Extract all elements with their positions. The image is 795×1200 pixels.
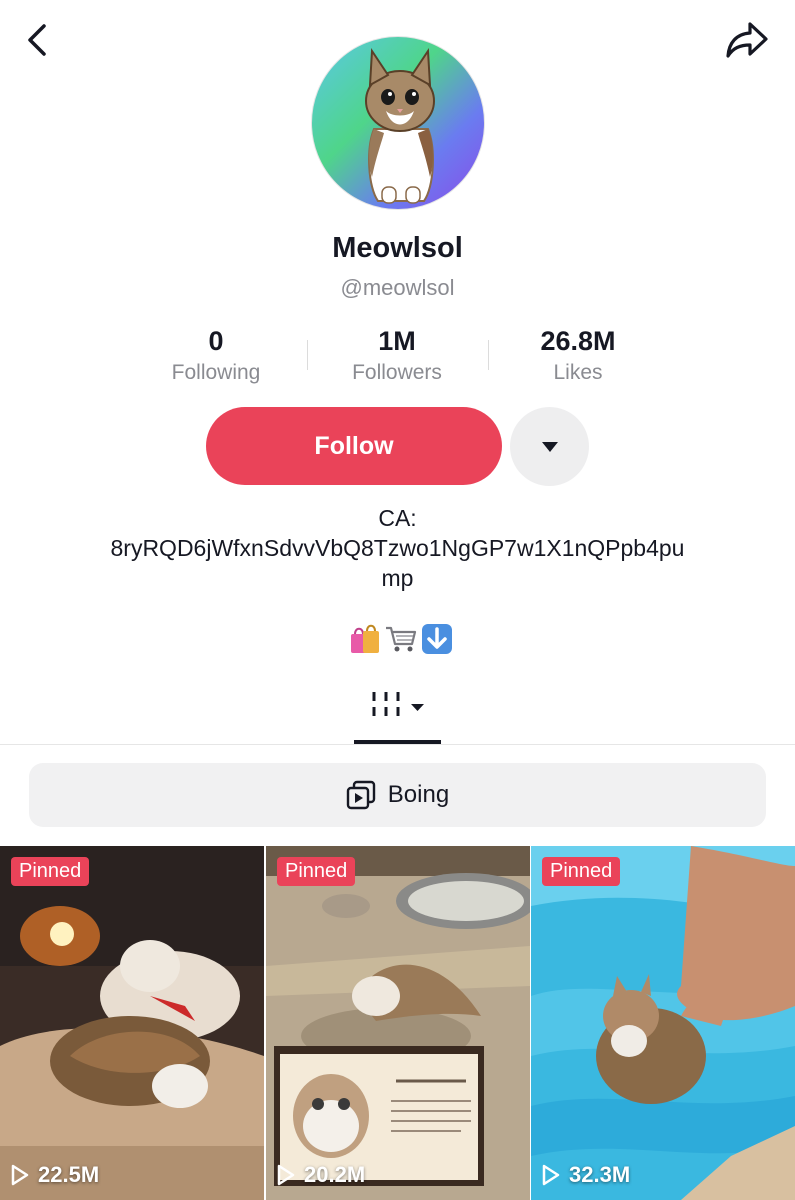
following-label: Following bbox=[171, 361, 261, 384]
view-count-value: 20.2M bbox=[304, 1162, 366, 1187]
video-tile[interactable]: Pinned 32.3M bbox=[531, 846, 795, 1200]
video-tile[interactable]: Pinned 20.2M bbox=[266, 846, 530, 1200]
videos-grid-icon bbox=[372, 692, 424, 716]
pinned-badge: Pinned bbox=[11, 857, 90, 886]
username: @meowlsol bbox=[340, 275, 455, 300]
view-count: 32.3M bbox=[541, 1162, 630, 1188]
stat-followers[interactable]: 1M Followers bbox=[307, 326, 487, 385]
play-icon bbox=[277, 1164, 295, 1186]
follow-button[interactable]: Follow bbox=[206, 407, 502, 485]
bio: CA: 8ryRQD6jWfxnSdvvVbQ8Tzwo1NgGP7w1X1nQ… bbox=[0, 503, 795, 593]
profile-tabs bbox=[0, 680, 795, 745]
video-tile[interactable]: Pinned 22.5M bbox=[0, 846, 264, 1200]
avatar[interactable] bbox=[311, 36, 485, 210]
likes-label: Likes bbox=[553, 361, 603, 384]
stat-following[interactable]: 0 Following bbox=[126, 326, 306, 385]
followers-count: 1M bbox=[378, 326, 416, 356]
bio-line: 8ryRQD6jWfxnSdvvVbQ8Tzwo1NgGP7w1X1nQPpb4… bbox=[110, 535, 685, 561]
followers-label: Followers bbox=[352, 361, 442, 384]
video-thumbnail bbox=[266, 846, 530, 1200]
view-count-value: 22.5M bbox=[38, 1162, 100, 1187]
pinned-badge: Pinned bbox=[277, 857, 356, 886]
cat-icon bbox=[365, 47, 435, 204]
video-thumbnail bbox=[531, 846, 795, 1200]
more-options-button[interactable] bbox=[510, 407, 589, 486]
shopping-bags-icon bbox=[351, 624, 379, 653]
shopping-cart-icon bbox=[386, 626, 417, 652]
caret-down-icon bbox=[541, 441, 558, 452]
tab-videos[interactable] bbox=[354, 680, 441, 745]
display-name: Meowlsol bbox=[332, 232, 463, 264]
back-button[interactable] bbox=[18, 20, 58, 60]
playlist-label: Boing bbox=[387, 781, 450, 808]
video-grid: Pinned 22.5M Pinned 20.2M Pinned 32.3M bbox=[0, 846, 795, 1200]
stat-likes[interactable]: 26.8M Likes bbox=[488, 326, 668, 385]
view-count-value: 32.3M bbox=[569, 1162, 631, 1187]
share-icon bbox=[726, 22, 768, 58]
play-icon bbox=[11, 1164, 29, 1186]
view-count: 22.5M bbox=[10, 1162, 99, 1188]
play-icon bbox=[542, 1164, 560, 1186]
view-count: 20.2M bbox=[276, 1162, 365, 1188]
playlist-button[interactable]: Boing bbox=[29, 763, 766, 827]
down-arrow-icon bbox=[422, 624, 452, 654]
active-tab-indicator bbox=[354, 740, 441, 744]
video-thumbnail bbox=[0, 846, 264, 1200]
bio-line: mp bbox=[381, 565, 414, 591]
likes-count: 26.8M bbox=[540, 326, 616, 356]
pinned-badge: Pinned bbox=[542, 857, 621, 886]
following-count: 0 bbox=[208, 326, 224, 356]
chevron-left-icon bbox=[28, 24, 46, 56]
bio-emoji-row bbox=[348, 622, 454, 658]
share-button[interactable] bbox=[722, 18, 772, 62]
bio-line: CA: bbox=[378, 505, 417, 531]
playlist-icon bbox=[346, 780, 375, 810]
